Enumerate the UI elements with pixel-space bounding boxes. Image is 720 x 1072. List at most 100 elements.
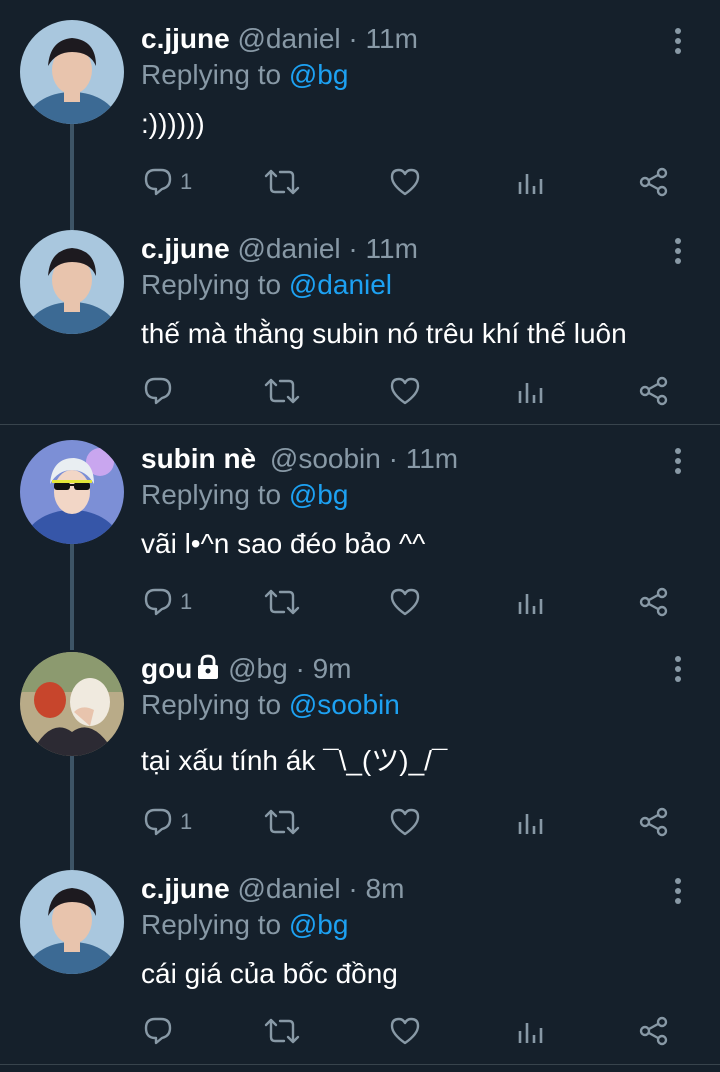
mention-link[interactable]: @soobin [289, 689, 400, 720]
tweet-header: c.jjune @daniel · 11m [141, 232, 418, 266]
more-vert-icon[interactable] [664, 876, 692, 906]
avatar[interactable] [20, 870, 124, 974]
analytics-icon [516, 166, 546, 198]
reply-button[interactable]: 1 [142, 162, 192, 202]
retweet-button[interactable] [262, 802, 302, 842]
separator-dot: · [295, 653, 305, 684]
like-button[interactable] [389, 802, 421, 842]
retweet-button[interactable] [262, 371, 302, 411]
mention-link[interactable]: @daniel [289, 269, 392, 300]
tweet-header: gou @bg · 9m [141, 652, 351, 688]
replying-to: Replying to @soobin [141, 688, 400, 722]
analytics-button[interactable] [516, 582, 546, 622]
tweet-text: :)))))) [141, 108, 205, 139]
retweet-button[interactable] [262, 582, 302, 622]
retweet-button[interactable] [262, 162, 302, 202]
more-vert-icon[interactable] [664, 446, 692, 476]
replying-to-prefix: Replying to [141, 689, 282, 720]
share-button[interactable] [638, 162, 670, 202]
tweet[interactable]: gou @bg · 9m Replying to @soobin tại xấu… [0, 630, 720, 870]
retweet-icon [262, 586, 302, 618]
tweet-text: tại xấu tính ák ¯\_(ツ)_/¯ [141, 745, 448, 776]
avatar[interactable] [20, 652, 124, 756]
display-name[interactable]: c.jjune [141, 23, 230, 54]
share-button[interactable] [638, 802, 670, 842]
display-name[interactable]: c.jjune [141, 233, 230, 264]
timestamp[interactable]: 8m [366, 873, 405, 904]
tweet-actions [0, 1011, 720, 1051]
like-button[interactable] [389, 162, 421, 202]
like-icon [389, 806, 421, 838]
lock-icon [196, 654, 220, 688]
share-icon [638, 586, 670, 618]
analytics-button[interactable] [516, 802, 546, 842]
share-button[interactable] [638, 1011, 670, 1051]
replying-to-prefix: Replying to [141, 269, 282, 300]
separator-dot: · [348, 233, 358, 264]
mention-link[interactable]: @bg [289, 909, 349, 940]
reply-icon [142, 375, 174, 407]
tweet-actions: 1 [0, 582, 720, 622]
user-handle[interactable]: @soobin [270, 443, 381, 474]
tweet[interactable]: subin nè @soobin · 11m Replying to @bg v… [0, 420, 720, 650]
like-icon [389, 1015, 421, 1047]
retweet-icon [262, 166, 302, 198]
reply-icon [142, 806, 174, 838]
replying-to-prefix: Replying to [141, 59, 282, 90]
timestamp[interactable]: 11m [366, 23, 418, 54]
mention-link[interactable]: @bg [289, 479, 349, 510]
analytics-button[interactable] [516, 1011, 546, 1051]
like-button[interactable] [389, 1011, 421, 1051]
reply-icon [142, 166, 174, 198]
mention-link[interactable]: @bg [289, 59, 349, 90]
like-icon [389, 166, 421, 198]
share-button[interactable] [638, 371, 670, 411]
user-handle[interactable]: @daniel [237, 23, 340, 54]
replying-to-prefix: Replying to [141, 909, 282, 940]
tweet-actions: 1 [0, 802, 720, 842]
display-name[interactable]: gou [141, 653, 192, 684]
avatar[interactable] [20, 230, 124, 334]
more-vert-icon[interactable] [664, 26, 692, 56]
tweet[interactable]: c.jjune @daniel · 8m Replying to @bg cái… [0, 850, 720, 1064]
reply-button[interactable]: 1 [142, 582, 192, 622]
analytics-icon [516, 1015, 546, 1047]
user-handle[interactable]: @bg [228, 653, 288, 684]
like-button[interactable] [389, 582, 421, 622]
retweet-button[interactable] [262, 1011, 302, 1051]
more-vert-icon[interactable] [664, 236, 692, 266]
reply-count: 1 [180, 589, 193, 614]
reply-count: 1 [180, 169, 193, 194]
timestamp[interactable]: 9m [313, 653, 352, 684]
analytics-button[interactable] [516, 162, 546, 202]
share-icon [638, 806, 670, 838]
retweet-icon [262, 1015, 302, 1047]
separator-dot: · [348, 23, 358, 54]
share-icon [638, 375, 670, 407]
tweet[interactable]: c.jjune @daniel · 11m Replying to @bg :)… [0, 0, 720, 230]
display-name[interactable]: c.jjune [141, 873, 230, 904]
bottom-divider [0, 1064, 720, 1065]
analytics-button[interactable] [516, 371, 546, 411]
reply-button[interactable] [142, 1011, 180, 1051]
more-vert-icon[interactable] [664, 654, 692, 684]
user-handle[interactable]: @daniel [237, 873, 340, 904]
share-icon [638, 166, 670, 198]
retweet-icon [262, 806, 302, 838]
user-handle[interactable]: @daniel [237, 233, 340, 264]
avatar[interactable] [20, 440, 124, 544]
analytics-icon [516, 375, 546, 407]
display-name[interactable]: subin nè [141, 443, 256, 474]
reply-button[interactable]: 1 [142, 802, 192, 842]
timestamp[interactable]: 11m [366, 233, 418, 264]
replying-to: Replying to @daniel [141, 268, 392, 302]
avatar[interactable] [20, 20, 124, 124]
tweet[interactable]: c.jjune @daniel · 11m Replying to @danie… [0, 210, 720, 424]
share-icon [638, 1015, 670, 1047]
share-button[interactable] [638, 582, 670, 622]
timestamp[interactable]: 11m [406, 443, 458, 474]
like-button[interactable] [389, 371, 421, 411]
separator-dot: · [388, 443, 398, 474]
tweet-text: vãi l•^n sao đéo bảo ^^ [141, 528, 426, 559]
reply-button[interactable] [142, 371, 180, 411]
